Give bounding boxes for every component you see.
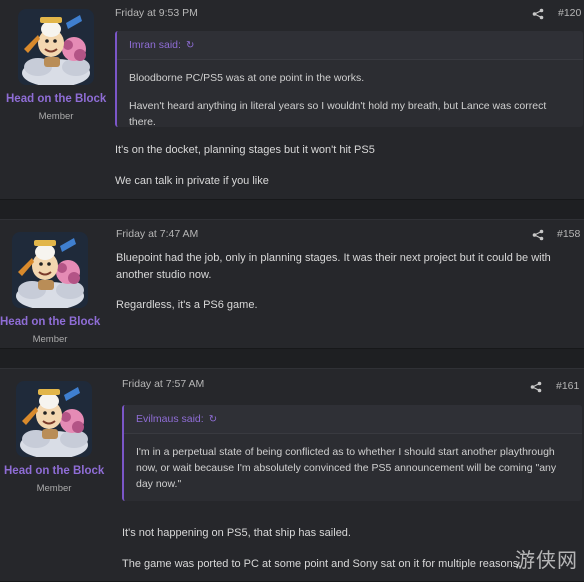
quote-line: Haven't heard anything in literal years … bbox=[129, 100, 547, 127]
jump-to-quote-icon[interactable]: ↻ bbox=[186, 40, 194, 51]
post-paragraph: It's on the docket, planning stages but … bbox=[115, 144, 375, 156]
post-paragraph: The game was ported to PC at some point … bbox=[122, 557, 522, 570]
quote-content: I'm in a perpetual state of being confli… bbox=[124, 434, 582, 501]
user-avatar[interactable] bbox=[16, 381, 92, 457]
post-120: Head on the Block Member Friday at 9:53 … bbox=[0, 0, 584, 200]
post-number[interactable]: #158 bbox=[557, 228, 580, 240]
username[interactable]: Head on the Block bbox=[4, 465, 104, 477]
share-icon[interactable] bbox=[530, 381, 542, 393]
user-info: Head on the Block Member bbox=[4, 381, 104, 494]
jump-to-quote-icon[interactable]: ↻ bbox=[209, 414, 217, 425]
post-timestamp[interactable]: Friday at 9:53 PM bbox=[115, 7, 198, 19]
site-watermark: 游侠网 bbox=[515, 548, 578, 572]
user-info: Head on the Block Member bbox=[0, 232, 100, 345]
quote-author[interactable]: Imran said: bbox=[129, 39, 181, 51]
share-icon[interactable] bbox=[532, 229, 544, 241]
user-info: Head on the Block Member bbox=[6, 9, 106, 122]
post-number[interactable]: #161 bbox=[556, 380, 579, 392]
user-avatar[interactable] bbox=[12, 232, 88, 308]
post-paragraph: Bluepoint had the job, only in planning … bbox=[116, 252, 551, 281]
post-paragraph: Regardless, it's a PS6 game. bbox=[116, 299, 258, 311]
quote-header[interactable]: Imran said: ↻ bbox=[117, 31, 583, 60]
share-icon[interactable] bbox=[532, 8, 544, 20]
avatar-image bbox=[16, 381, 92, 457]
post-body: Bluepoint had the job, only in planning … bbox=[116, 250, 571, 314]
post-158: Head on the Block Member Friday at 7:47 … bbox=[0, 219, 584, 349]
user-avatar[interactable] bbox=[18, 9, 94, 85]
user-role: Member bbox=[38, 111, 74, 122]
quote-line: Bloodborne PC/PS5 was at one point in th… bbox=[129, 72, 365, 84]
quote-block: Imran said: ↻ Bloodborne PC/PS5 was at on… bbox=[115, 31, 583, 127]
post-body: It's not happening on PS5, that ship has… bbox=[122, 525, 577, 572]
quote-header[interactable]: Evilmaus said: ↻ bbox=[124, 405, 582, 434]
post-161: Head on the Block Member Friday at 7:57 … bbox=[0, 368, 584, 582]
post-body: It's on the docket, planning stages but … bbox=[115, 142, 570, 189]
post-number[interactable]: #120 bbox=[558, 7, 581, 19]
username[interactable]: Head on the Block bbox=[6, 93, 106, 105]
quote-line: I'm in a perpetual state of being confli… bbox=[136, 446, 557, 490]
avatar-image bbox=[18, 9, 94, 85]
post-timestamp[interactable]: Friday at 7:57 AM bbox=[122, 378, 204, 390]
quote-content: Bloodborne PC/PS5 was at one point in th… bbox=[117, 60, 583, 127]
user-role: Member bbox=[36, 483, 72, 494]
quote-block: Evilmaus said: ↻ I'm in a perpetual state… bbox=[122, 405, 582, 501]
avatar-image bbox=[12, 232, 88, 308]
quote-author[interactable]: Evilmaus said: bbox=[136, 413, 204, 425]
user-role: Member bbox=[32, 334, 68, 345]
post-paragraph: It's not happening on PS5, that ship has… bbox=[122, 527, 351, 539]
post-paragraph: We can talk in private if you like bbox=[115, 174, 269, 187]
post-timestamp[interactable]: Friday at 7:47 AM bbox=[116, 228, 198, 240]
username[interactable]: Head on the Block bbox=[0, 316, 100, 328]
